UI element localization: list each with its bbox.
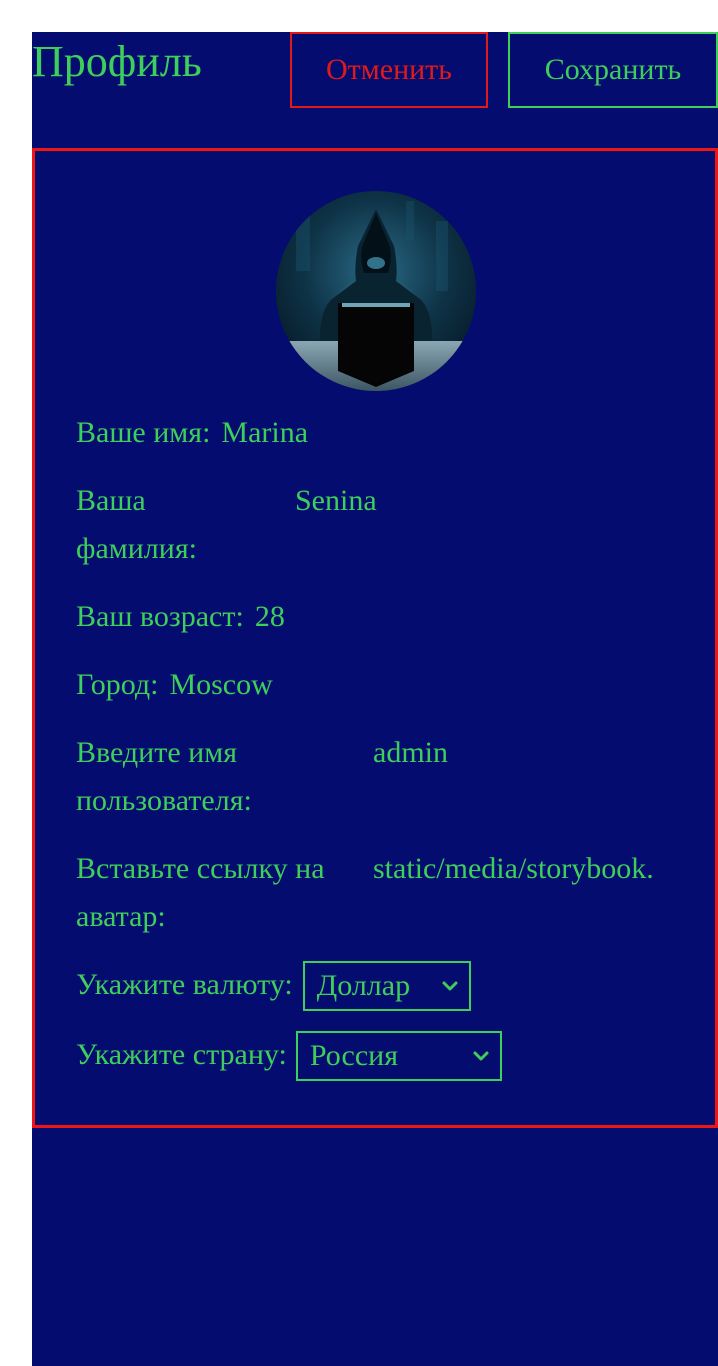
save-button[interactable]: Сохранить [508, 32, 718, 108]
surname-field: Ваша фамилия: Senina [76, 477, 377, 573]
city-value[interactable]: Moscow [169, 661, 272, 709]
currency-selected: Доллар [316, 969, 411, 1002]
page-title: Профиль [32, 37, 202, 86]
age-label: Ваш возраст: [76, 600, 244, 633]
profile-page: Профиль Отменить Сохранить Ваше имя: Mar… [32, 32, 718, 1366]
surname-label: Ваша фамилия: [76, 484, 197, 565]
currency-field: Укажите валюту: Доллар [76, 961, 471, 1011]
avatar-url-value[interactable]: static/media/storybook. [373, 845, 654, 893]
country-select[interactable]: Россия [295, 1031, 502, 1081]
name-label: Ваше имя: [76, 416, 211, 449]
age-value[interactable]: 28 [255, 593, 285, 641]
chevron-down-icon [473, 1051, 489, 1061]
name-value[interactable]: Marina [221, 409, 308, 457]
username-value[interactable]: admin [373, 729, 448, 777]
profile-card: Ваше имя: Marina Ваша фамилия: Senina Ва… [32, 148, 718, 1128]
surname-value[interactable]: Senina [295, 477, 377, 525]
avatar-url-field: Вставьте ссылку на аватар: static/media/… [76, 845, 654, 941]
hooded-hacker-icon [276, 191, 476, 391]
currency-label: Укажите валюту: [76, 968, 293, 1001]
age-field: Ваш возраст: 28 [76, 593, 285, 641]
cancel-button[interactable]: Отменить [290, 32, 488, 108]
country-field: Укажите страну: Россия [76, 1031, 502, 1081]
city-label: Город: [76, 668, 159, 701]
username-label: Введите имя пользователя: [76, 736, 252, 817]
country-selected: Россия [309, 1039, 399, 1072]
chevron-down-icon [442, 981, 458, 991]
username-field: Введите имя пользователя: admin [76, 729, 448, 825]
currency-select[interactable]: Доллар [302, 961, 471, 1011]
city-field: Город: Moscow [76, 661, 273, 709]
avatar [276, 191, 476, 391]
avatar-url-label: Вставьте ссылку на аватар: [76, 852, 325, 933]
name-field: Ваше имя: Marina [76, 409, 308, 457]
country-label: Укажите страну: [76, 1038, 287, 1071]
